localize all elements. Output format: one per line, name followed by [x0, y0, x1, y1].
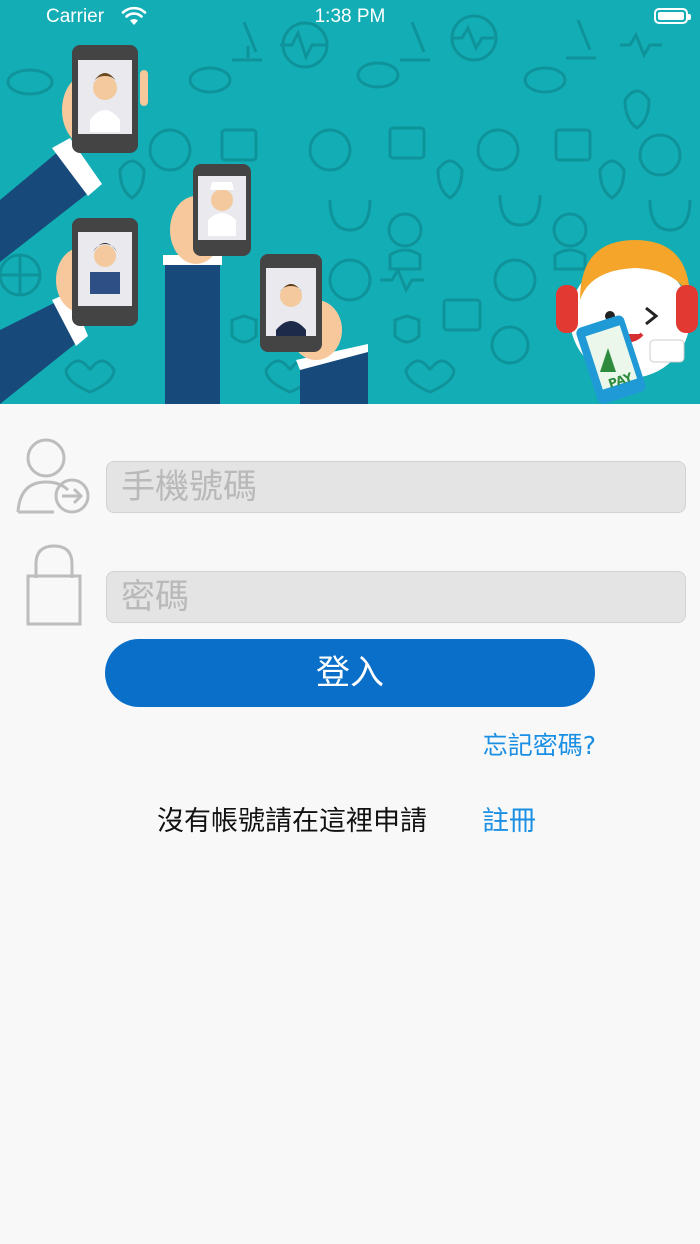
login-button[interactable]: 登入	[105, 639, 595, 707]
register-link[interactable]: 註冊	[482, 799, 536, 838]
mascot-logo: PAY	[556, 240, 698, 404]
password-input[interactable]	[106, 571, 686, 623]
battery-icon	[654, 8, 691, 24]
banner-illustration: PAY	[0, 14, 698, 404]
hero-banner: PAY	[0, 0, 700, 404]
register-prompt: 沒有帳號請在這裡申請	[157, 806, 427, 837]
login-form: 登入 忘記密碼? 沒有帳號請在這裡申請 註冊	[0, 404, 700, 1244]
clock: 1:38 PM	[314, 6, 386, 27]
user-icon	[16, 438, 90, 514]
status-bar: Carrier 1:38 PM	[0, 0, 700, 34]
phone-number-input[interactable]	[106, 461, 686, 513]
forgot-password-link[interactable]: 忘記密碼?	[483, 726, 596, 762]
lock-icon	[26, 544, 82, 626]
